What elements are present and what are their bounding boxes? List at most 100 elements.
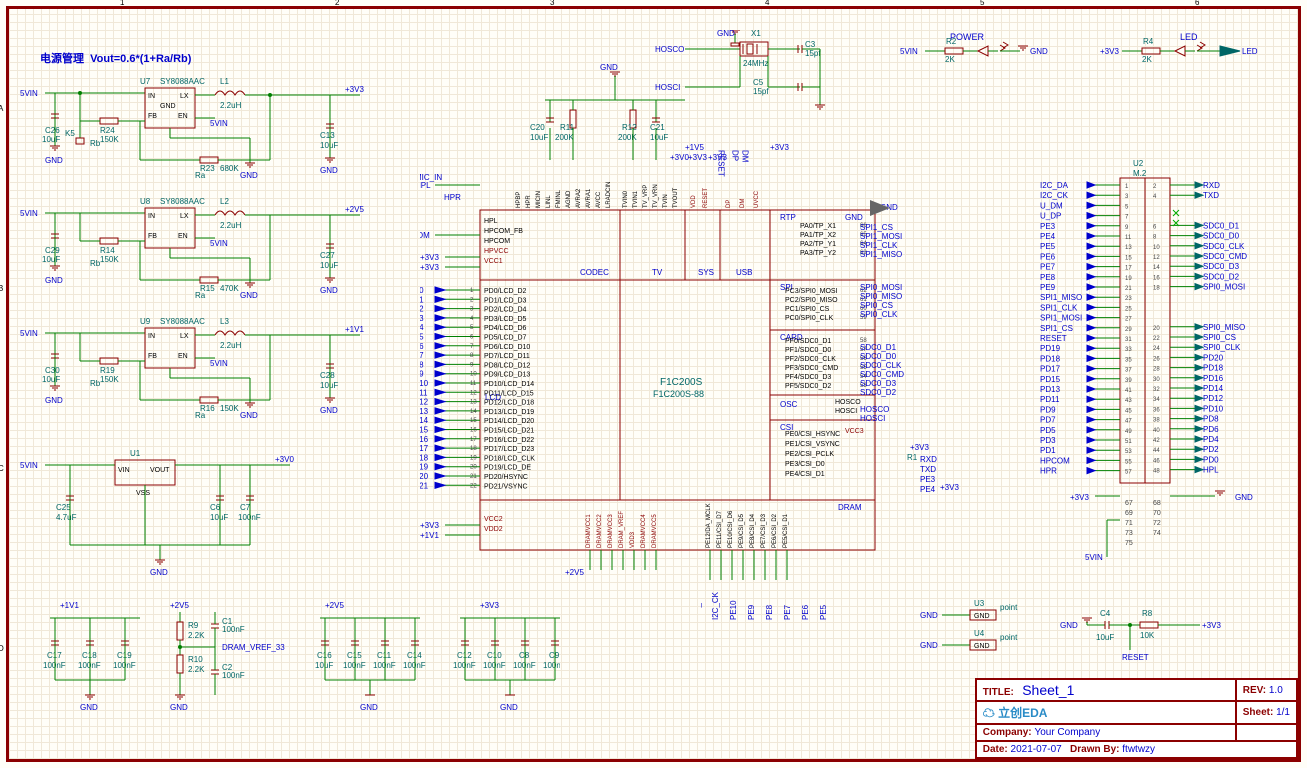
power-led-circuits: 5VIN R22K GND +3V3 R42K LED	[900, 38, 1260, 68]
ldo-u1: 5VIN U1XC6206-3.0V VINVOUT VSS +3V0 C254…	[20, 450, 370, 580]
svg-text:PE10: PE10	[729, 600, 738, 620]
svg-text:VSS: VSS	[136, 490, 150, 497]
svg-text:28: 28	[1153, 367, 1160, 373]
svg-text:15: 15	[470, 418, 477, 424]
svg-text:10uF: 10uF	[1096, 633, 1114, 642]
svg-text:3: 3	[470, 307, 474, 313]
svg-text:19: 19	[1125, 276, 1132, 282]
svg-text:point: point	[1000, 633, 1018, 642]
svg-text:PD4/LCD_D6: PD4/LCD_D6	[484, 325, 527, 332]
svg-text:PE4/CSI_D1: PE4/CSI_D1	[785, 471, 825, 478]
svg-text:PD9: PD9	[1040, 405, 1056, 414]
svg-text:13: 13	[1125, 245, 1132, 251]
svg-text:PD12: PD12	[1203, 394, 1224, 403]
svg-text:100nF: 100nF	[43, 661, 66, 670]
svg-text:PD14: PD14	[420, 416, 429, 425]
svg-text:PE6: PE6	[1040, 252, 1056, 261]
svg-text:R19: R19	[100, 366, 115, 375]
svg-text:39: 39	[1125, 378, 1132, 384]
svg-text:DRAM_VREF_33: DRAM_VREF_33	[222, 643, 285, 652]
svg-text:10uF: 10uF	[320, 381, 338, 390]
svg-text:SDC0_D3: SDC0_D3	[1203, 262, 1240, 271]
svg-text:PD8: PD8	[1203, 415, 1219, 424]
svg-text:23: 23	[1125, 296, 1132, 302]
svg-text:Ra: Ra	[195, 171, 206, 180]
svg-text:PE8/CSI_D4: PE8/CSI_D4	[750, 513, 756, 548]
svg-text:PD4: PD4	[420, 323, 424, 332]
svg-text:10K: 10K	[1140, 631, 1155, 640]
svg-text:9: 9	[1125, 225, 1129, 231]
svg-text:PE3: PE3	[1040, 222, 1056, 231]
svg-text:HPCOM: HPCOM	[484, 238, 510, 245]
svg-text:PD13: PD13	[420, 407, 429, 416]
svg-text:10uF: 10uF	[650, 133, 668, 142]
svg-text:5VIN: 5VIN	[20, 89, 38, 98]
svg-text:PE3/CSI_D0: PE3/CSI_D0	[785, 461, 825, 468]
svg-text:PD18/LCD_CLK: PD18/LCD_CLK	[484, 455, 535, 462]
svg-text:DRAM: DRAM	[838, 503, 862, 512]
svg-text:GND: GND	[974, 643, 990, 650]
svg-text:+1V5: +1V5	[685, 143, 704, 152]
svg-text:PD11/LCD_D15: PD11/LCD_D15	[484, 390, 534, 397]
svg-text:L2: L2	[220, 198, 229, 206]
svg-text:5VIN: 5VIN	[20, 209, 38, 218]
svg-text:DP: DP	[731, 150, 740, 161]
svg-text:I2C_DA: I2C_DA	[1040, 181, 1069, 190]
svg-text:VCC1: VCC1	[484, 258, 503, 265]
svg-text:GND: GND	[45, 396, 63, 405]
svg-text:PF4/SDC0_D3: PF4/SDC0_D3	[785, 374, 831, 381]
svg-text:51: 51	[1125, 439, 1132, 445]
svg-text:15pf: 15pf	[753, 87, 769, 96]
svg-text:100nF: 100nF	[113, 661, 136, 670]
svg-text:SPI1_CS: SPI1_CS	[860, 223, 893, 232]
svg-text:GND: GND	[320, 166, 338, 175]
svg-text:TXD: TXD	[920, 465, 936, 474]
svg-text:PD17: PD17	[420, 444, 429, 453]
svg-text:10uF: 10uF	[530, 133, 548, 142]
svg-text:TVOUT: TVOUT	[673, 187, 679, 208]
svg-text:GND: GND	[160, 103, 176, 110]
svg-text:R11: R11	[560, 123, 575, 132]
svg-text:PE12/DA_MCLK: PE12/DA_MCLK	[706, 503, 712, 548]
svg-text:R4: R4	[1143, 38, 1154, 46]
svg-text:L1: L1	[220, 78, 229, 86]
svg-text:PD21: PD21	[420, 481, 429, 490]
svg-text:10uF: 10uF	[42, 375, 60, 384]
svg-text:+3V3: +3V3	[1070, 493, 1089, 502]
svg-text:5VIN: 5VIN	[20, 329, 38, 338]
svg-text:10uF: 10uF	[42, 255, 60, 264]
svg-text:SDC0_D1: SDC0_D1	[1203, 221, 1240, 230]
svg-text:TV_VRP: TV_VRP	[643, 185, 649, 208]
svg-text:PD6: PD6	[420, 342, 424, 351]
svg-text:29: 29	[1125, 327, 1132, 333]
svg-text:SDC0_CMD: SDC0_CMD	[860, 370, 904, 379]
svg-text:+2V5: +2V5	[170, 601, 189, 610]
svg-text:GND: GND	[600, 63, 618, 72]
svg-text:37: 37	[1125, 368, 1132, 374]
svg-text:GND: GND	[920, 611, 938, 620]
svg-text:RTP: RTP	[780, 213, 796, 222]
svg-text:PC1/SPI0_CS: PC1/SPI0_CS	[785, 306, 830, 313]
svg-text:C3: C3	[805, 40, 816, 49]
svg-text:PD2: PD2	[1203, 445, 1219, 454]
svg-text:C30: C30	[45, 366, 60, 375]
svg-text:150K: 150K	[100, 375, 119, 384]
svg-text:FB: FB	[148, 113, 157, 120]
svg-text:PD11: PD11	[420, 388, 428, 397]
svg-text:47: 47	[1125, 419, 1132, 425]
svg-text:PD3/LCD_D5: PD3/LCD_D5	[484, 316, 527, 323]
svg-text:PD16: PD16	[420, 435, 429, 444]
svg-text:100nF: 100nF	[222, 671, 245, 680]
svg-text:CODEC: CODEC	[580, 268, 609, 277]
svg-text:PE11/CSI_D7: PE11/CSI_D7	[717, 510, 723, 548]
svg-text:PD9/LCD_D13: PD9/LCD_D13	[484, 372, 530, 379]
svg-text:PE9/CSI_D5: PE9/CSI_D5	[739, 513, 745, 548]
svg-text:53: 53	[1125, 449, 1132, 455]
svg-text:34: 34	[1153, 397, 1160, 403]
svg-text:24: 24	[1153, 346, 1160, 352]
svg-text:15: 15	[1125, 255, 1132, 261]
svg-text:HPR: HPR	[1040, 467, 1057, 476]
svg-text:GND: GND	[45, 276, 63, 285]
svg-text:GND: GND	[360, 703, 378, 712]
reset-rc: GND C410uF R810K +3V3 RESET	[1060, 610, 1260, 670]
